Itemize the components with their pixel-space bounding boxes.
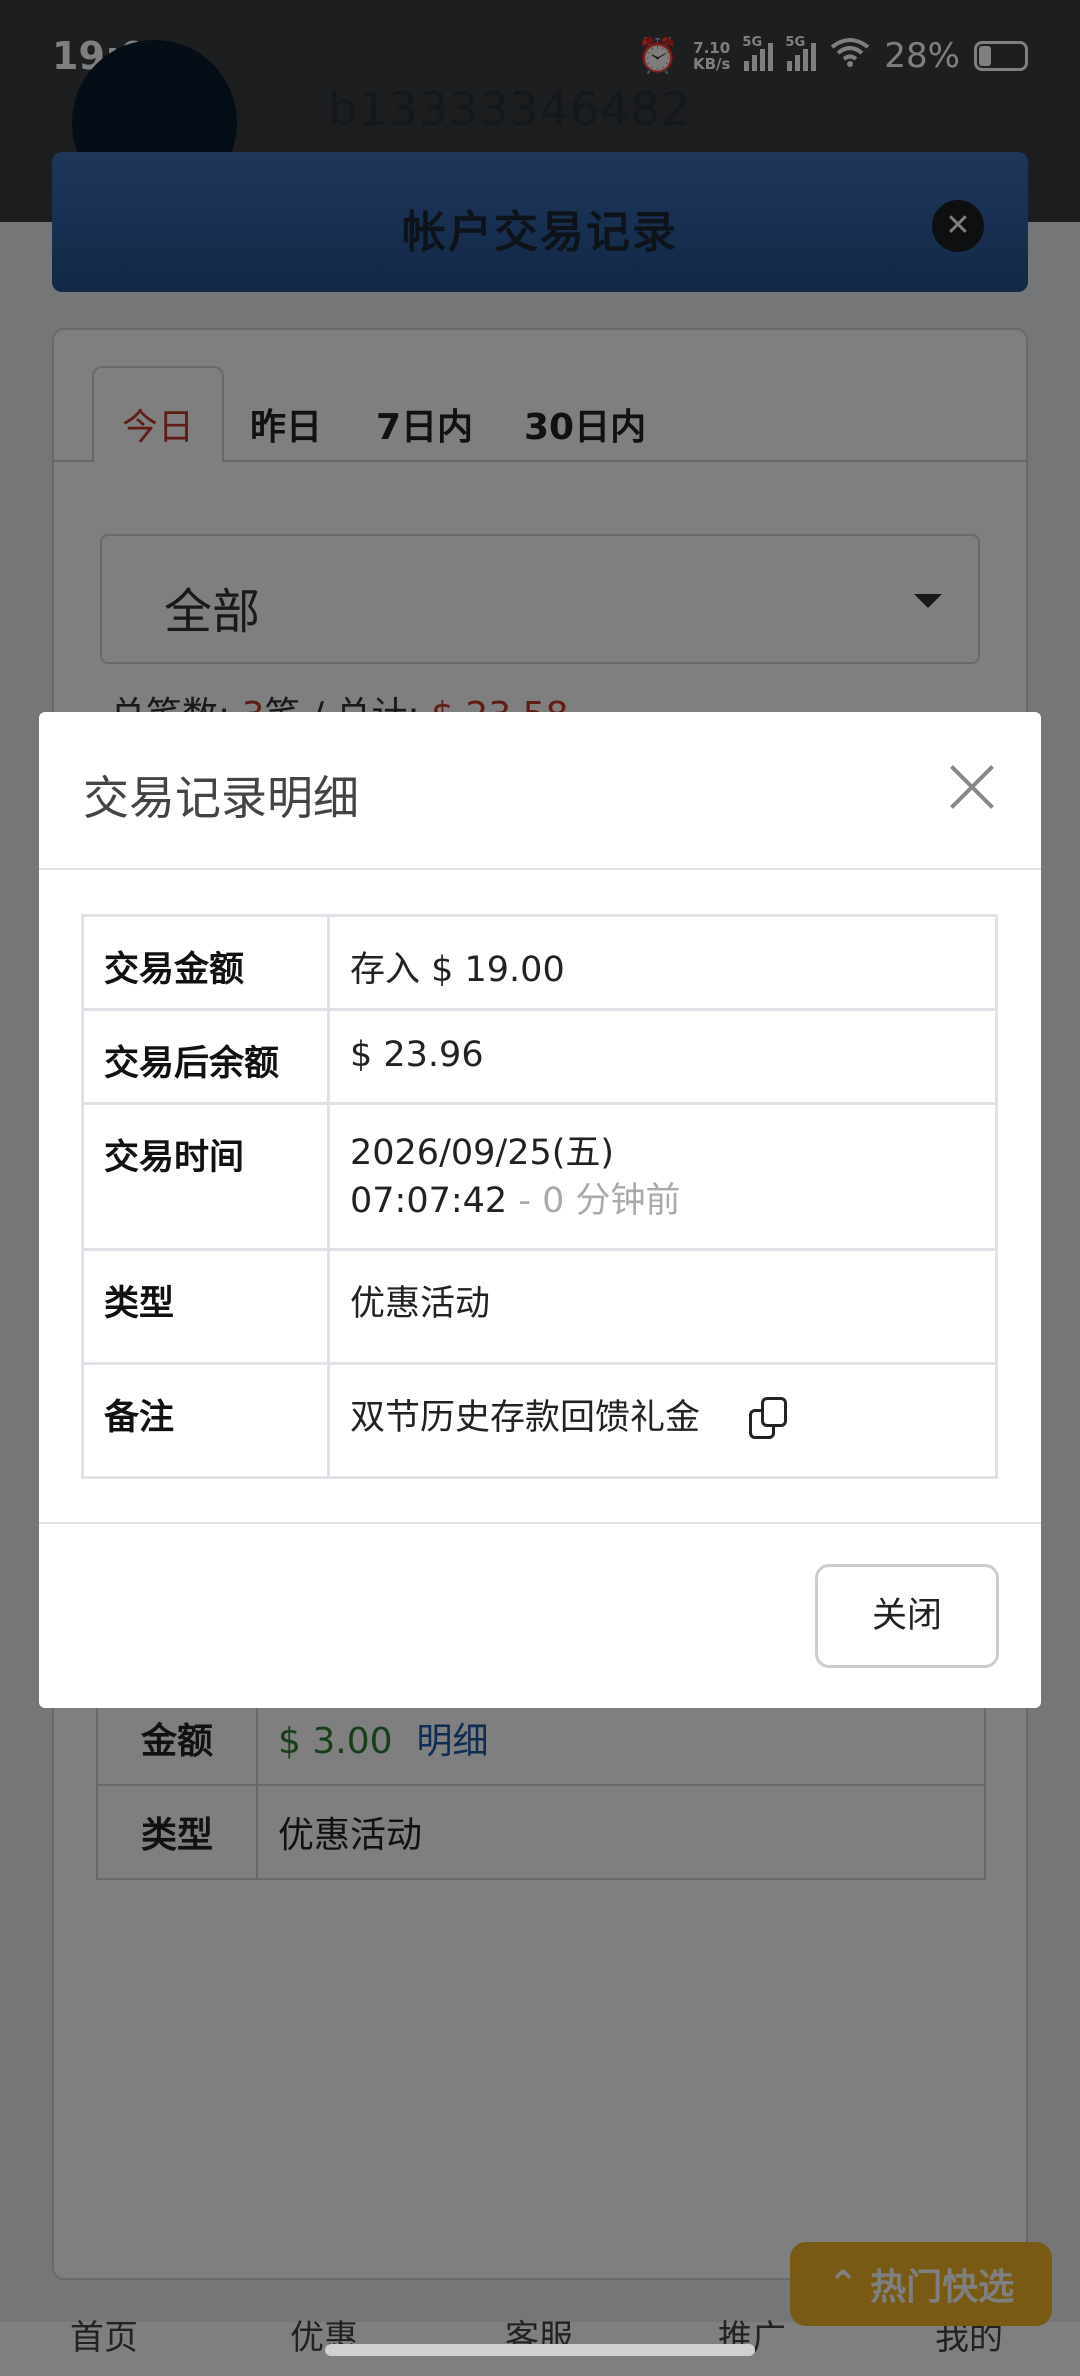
amount-label: 交易金额 bbox=[81, 914, 330, 1011]
dialog-body: 交易金额 存入 $ 19.00 交易后余额 $ 23.96 交易时间 2026/… bbox=[81, 914, 998, 1479]
home-indicator[interactable] bbox=[325, 2344, 755, 2356]
time-clock: 07:07:42 bbox=[350, 1181, 508, 1221]
remark-value: 双节历史存款回馈礼金 bbox=[327, 1362, 998, 1479]
detail-table: 交易金额 存入 $ 19.00 交易后余额 $ 23.96 交易时间 2026/… bbox=[81, 914, 998, 1479]
transaction-detail-dialog: 交易记录明细 交易金额 存入 $ 19.00 交易后余额 $ 23.96 交易时… bbox=[39, 712, 1041, 1708]
close-icon[interactable] bbox=[949, 764, 995, 810]
table-row: 交易后余额 $ 23.96 bbox=[81, 1008, 998, 1105]
table-row: 备注 双节历史存款回馈礼金 bbox=[81, 1362, 998, 1479]
table-row: 交易金额 存入 $ 19.00 bbox=[81, 914, 998, 1011]
amount-value: 存入 $ 19.00 bbox=[327, 914, 998, 1011]
type-value: 优惠活动 bbox=[327, 1248, 998, 1365]
balance-value: $ 23.96 bbox=[327, 1008, 998, 1105]
time-relative: - 0 分钟前 bbox=[507, 1181, 681, 1221]
table-row: 类型 优惠活动 bbox=[81, 1248, 998, 1365]
remark-label: 备注 bbox=[81, 1362, 330, 1479]
time-label: 交易时间 bbox=[81, 1102, 330, 1251]
dialog-footer: 关闭 bbox=[39, 1522, 1041, 1708]
balance-label: 交易后余额 bbox=[81, 1008, 330, 1105]
time-value: 2026/09/25(五) 07:07:42 - 0 分钟前 bbox=[327, 1102, 998, 1251]
type-label: 类型 bbox=[81, 1248, 330, 1365]
table-row: 交易时间 2026/09/25(五) 07:07:42 - 0 分钟前 bbox=[81, 1102, 998, 1251]
dialog-title: 交易记录明细 bbox=[83, 771, 359, 825]
close-button[interactable]: 关闭 bbox=[815, 1564, 999, 1668]
copy-icon[interactable] bbox=[749, 1397, 791, 1441]
dialog-header: 交易记录明细 bbox=[39, 712, 1041, 870]
time-date: 2026/09/25(五) bbox=[350, 1133, 615, 1173]
